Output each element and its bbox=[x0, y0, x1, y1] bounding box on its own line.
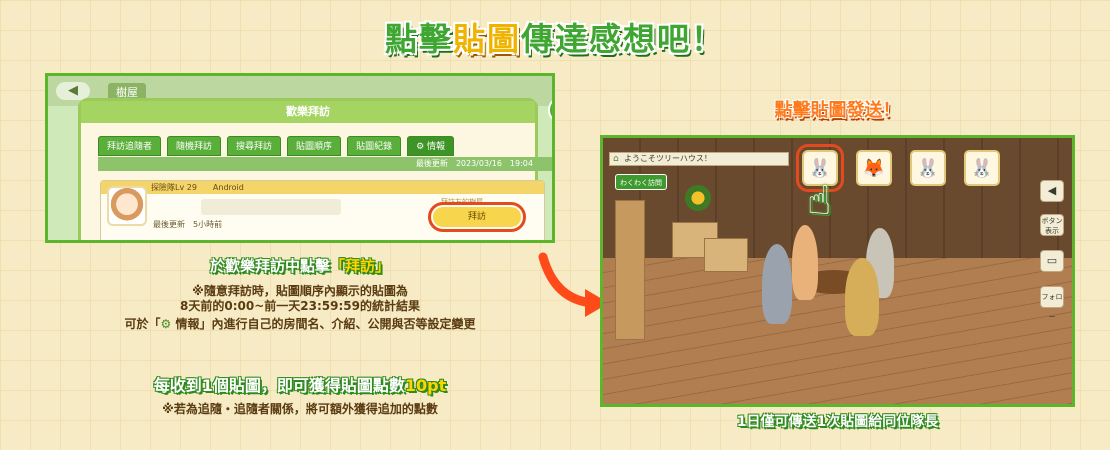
reward-headline-text: 每收到1個貼圖，即可獲得貼圖點數 bbox=[153, 376, 405, 395]
reward-headline: 每收到1個貼圖，即可獲得貼圖點數10pt bbox=[0, 372, 600, 396]
side-screen-button[interactable]: ▭ bbox=[1040, 250, 1064, 272]
banner-highlight: 貼圖 bbox=[452, 20, 521, 58]
sticker-4[interactable]: 🐰 bbox=[964, 150, 1000, 186]
updated-label: 最後更新 bbox=[153, 220, 185, 229]
window-title: 歡樂拜訪 bbox=[81, 101, 535, 123]
player-comment-box bbox=[201, 199, 341, 215]
sticker-3[interactable]: 🐰 bbox=[910, 150, 946, 186]
side-follow-button[interactable]: フォロー bbox=[1040, 286, 1064, 321]
note-line-3-pre: 可於「 bbox=[124, 317, 161, 331]
character bbox=[792, 225, 818, 300]
banner-title: 點擊貼圖傳達感想吧！ bbox=[0, 14, 1110, 60]
reward-headline-highlight: 10pt bbox=[404, 376, 447, 395]
tab-random-visit[interactable]: 隨機拜訪 bbox=[167, 136, 222, 156]
last-updated-bar: 最後更新 2023/03/16 19:04 bbox=[98, 157, 552, 171]
visit-headline: 於歡樂拜訪中點擊「拜訪」 bbox=[0, 255, 600, 276]
note-line-1: ※隨意拜訪時，貼圖順序內顯示的貼圖為 bbox=[192, 284, 408, 298]
visit-tabs: 拜訪追隨者 隨機拜訪 搜尋拜訪 貼圖順序 貼圖紀錄 ⚙ 情報 bbox=[98, 136, 455, 156]
tab-follow-visit[interactable]: 拜訪追隨者 bbox=[98, 136, 162, 156]
side-back-button[interactable]: ◀ bbox=[1040, 180, 1064, 202]
gear-icon: ⚙ bbox=[160, 317, 172, 331]
player-card-header: 探險隊Lv 29 Android bbox=[101, 181, 544, 194]
note-line-3-post: 情報」內進行自己的房間名、介紹、公開與否等設定變更 bbox=[171, 317, 476, 331]
banner-part2: 傳達感想吧！ bbox=[521, 20, 726, 58]
room-header: ようこそツリーハウス！ bbox=[609, 152, 789, 166]
banner-part1: 點擊 bbox=[384, 20, 453, 58]
visit-headline-text: 於歡樂拜訪中點擊 bbox=[209, 257, 330, 275]
player-card: 探險隊Lv 29 Android 最後更新 5小時前 拜訪友的樹屋 拜訪 bbox=[100, 180, 545, 240]
character bbox=[845, 258, 879, 336]
sunflower-pot bbox=[685, 185, 711, 211]
character bbox=[762, 244, 792, 324]
updated-value: 5小時前 bbox=[193, 220, 223, 229]
side-display-button[interactable]: ボタン表示 bbox=[1040, 214, 1064, 236]
tab-sticker-log[interactable]: 貼圖紀錄 bbox=[347, 136, 402, 156]
tab-search-visit[interactable]: 搜尋拜訪 bbox=[227, 136, 282, 156]
player-updated: 最後更新 5小時前 bbox=[153, 219, 222, 230]
avatar bbox=[107, 186, 147, 226]
visit-hint: 拜訪友的樹屋 bbox=[441, 198, 483, 206]
reward-instructions: 每收到1個貼圖，即可獲得貼圖點數10pt ※若為追隨・追隨者關係，將可額外獲得追… bbox=[0, 372, 600, 417]
go-visit-button[interactable]: わくわく訪問 bbox=[615, 174, 667, 190]
visit-headline-highlight: 「拜訪」 bbox=[330, 257, 391, 275]
tree-trunk bbox=[615, 200, 645, 340]
crate bbox=[704, 238, 748, 272]
daily-limit-note: 1日僅可傳送1次貼圖給同位隊長 bbox=[736, 414, 939, 430]
visit-instructions: 於歡樂拜訪中點擊「拜訪」 ※隨意拜訪時，貼圖順序內顯示的貼圖為 8天前的0:00… bbox=[0, 255, 600, 332]
note-line-2: 8天前的0:00~前一天23:59:59的統計結果 bbox=[180, 299, 420, 313]
pointing-hand-icon: ☝ bbox=[807, 178, 832, 224]
tab-info[interactable]: ⚙ 情報 bbox=[407, 136, 455, 156]
reward-note: ※若為追隨・追隨者關係，將可額外獲得追加的點數 bbox=[162, 402, 438, 416]
visit-button[interactable]: 拜訪 bbox=[428, 202, 526, 232]
sticker-2[interactable]: 🦊 bbox=[856, 150, 892, 186]
visit-screen-panel: ◀ 樹屋 歡樂拜訪 ✕ 拜訪追隨者 隨機拜訪 搜尋拜訪 貼圖順序 貼圖紀錄 ⚙ … bbox=[45, 73, 555, 243]
tab-sticker-order[interactable]: 貼圖順序 bbox=[287, 136, 342, 156]
send-sticker-label: 點擊貼圖發送！ bbox=[774, 100, 901, 121]
note-line-3: 可於「⚙ 情報」內進行自己的房間名、介紹、公開與否等設定變更 bbox=[0, 317, 600, 332]
